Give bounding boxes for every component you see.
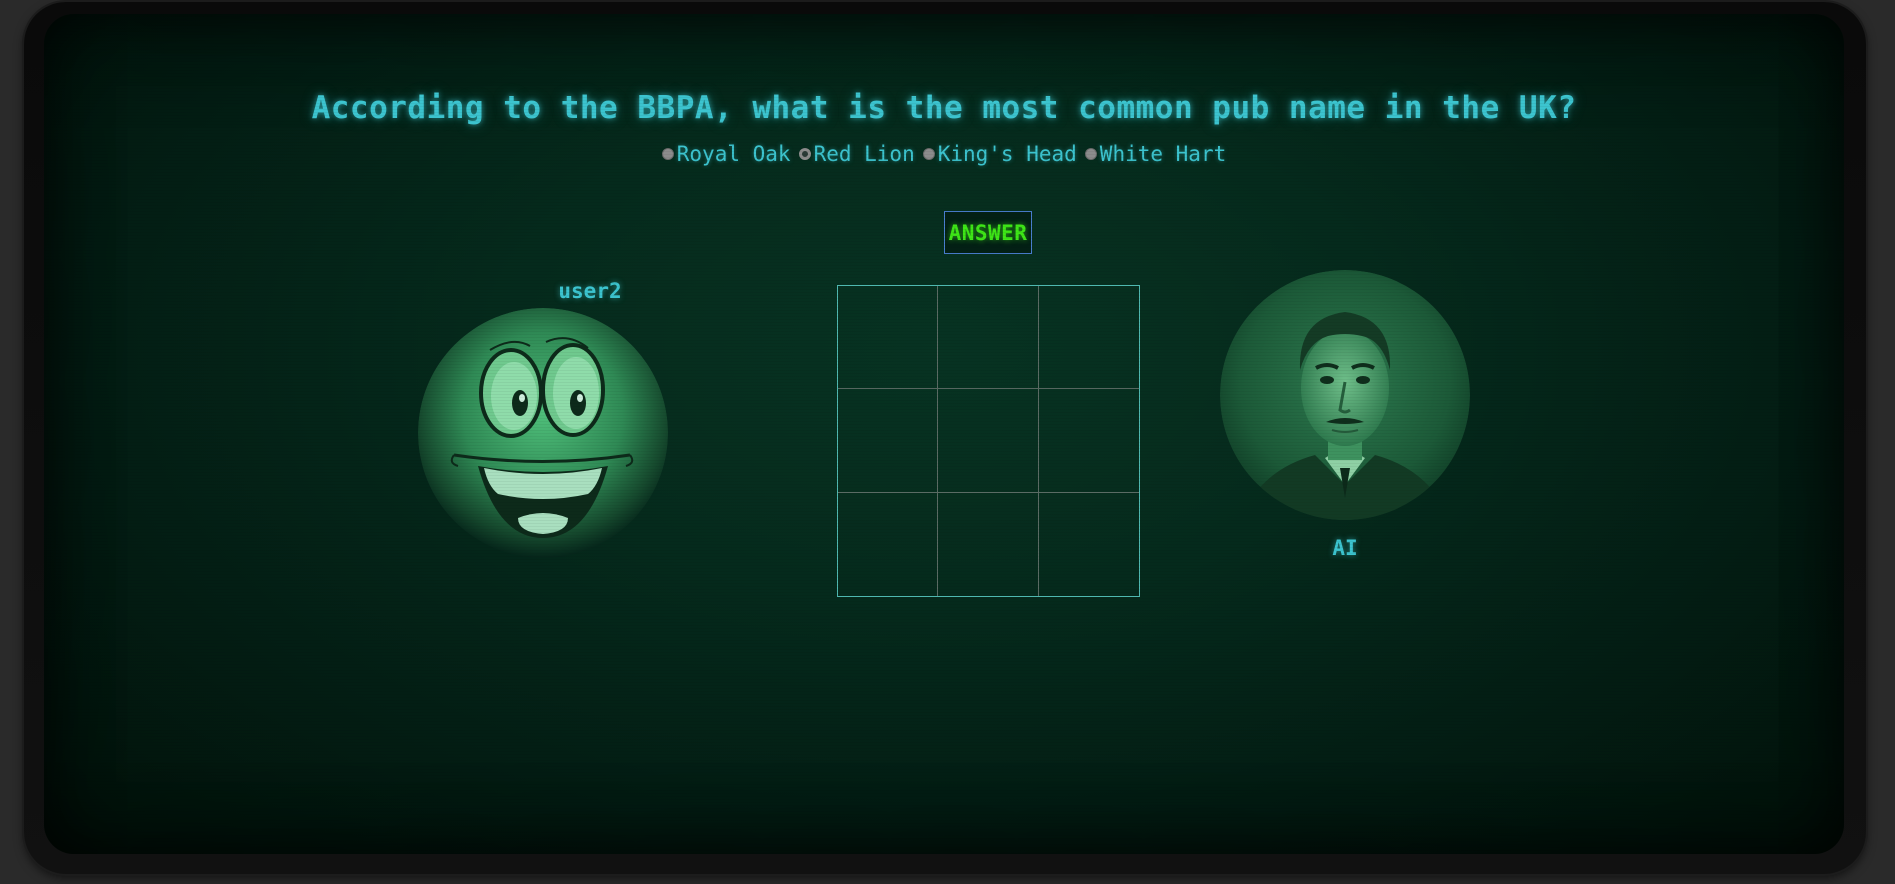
board-cell[interactable] xyxy=(1039,493,1139,596)
board-cell[interactable] xyxy=(938,492,1039,596)
board-cell[interactable] xyxy=(938,389,1039,493)
ai-avatar xyxy=(1220,270,1470,520)
board-cell[interactable] xyxy=(838,286,939,390)
smiley-face-icon xyxy=(418,308,668,558)
radio-selected-icon[interactable] xyxy=(798,148,811,160)
board-cell[interactable] xyxy=(838,389,939,493)
board-cell[interactable] xyxy=(938,286,1039,390)
man-portrait-icon xyxy=(1220,270,1470,520)
option-label: White Hart xyxy=(1099,142,1227,166)
question-text: According to the BBPA, what is the most … xyxy=(311,90,1577,126)
tic-tac-toe-board xyxy=(837,285,1140,597)
option-red-lion[interactable]: Red Lion xyxy=(798,142,915,166)
player-name-right: AI xyxy=(1332,536,1358,560)
board-cell[interactable] xyxy=(1038,286,1139,390)
option-kings-head[interactable]: King's Head xyxy=(922,142,1077,166)
user-avatar xyxy=(418,308,668,558)
answer-options: Royal Oak Red Lion King's Head White Har… xyxy=(44,142,1844,166)
board-cell[interactable] xyxy=(838,492,939,596)
crt-screen: According to the BBPA, what is the most … xyxy=(44,14,1844,854)
radio-icon[interactable] xyxy=(922,148,935,160)
option-label: King's Head xyxy=(937,142,1077,166)
option-label: Royal Oak xyxy=(676,142,791,166)
radio-icon[interactable] xyxy=(661,148,674,160)
player-name-left: user2 xyxy=(558,279,622,303)
option-royal-oak[interactable]: Royal Oak xyxy=(661,142,791,166)
board-cell[interactable] xyxy=(1038,389,1139,493)
answer-button[interactable]: ANSWER xyxy=(944,211,1032,254)
option-white-hart[interactable]: White Hart xyxy=(1084,142,1227,166)
option-label: Red Lion xyxy=(813,142,915,166)
radio-icon[interactable] xyxy=(1084,148,1097,160)
